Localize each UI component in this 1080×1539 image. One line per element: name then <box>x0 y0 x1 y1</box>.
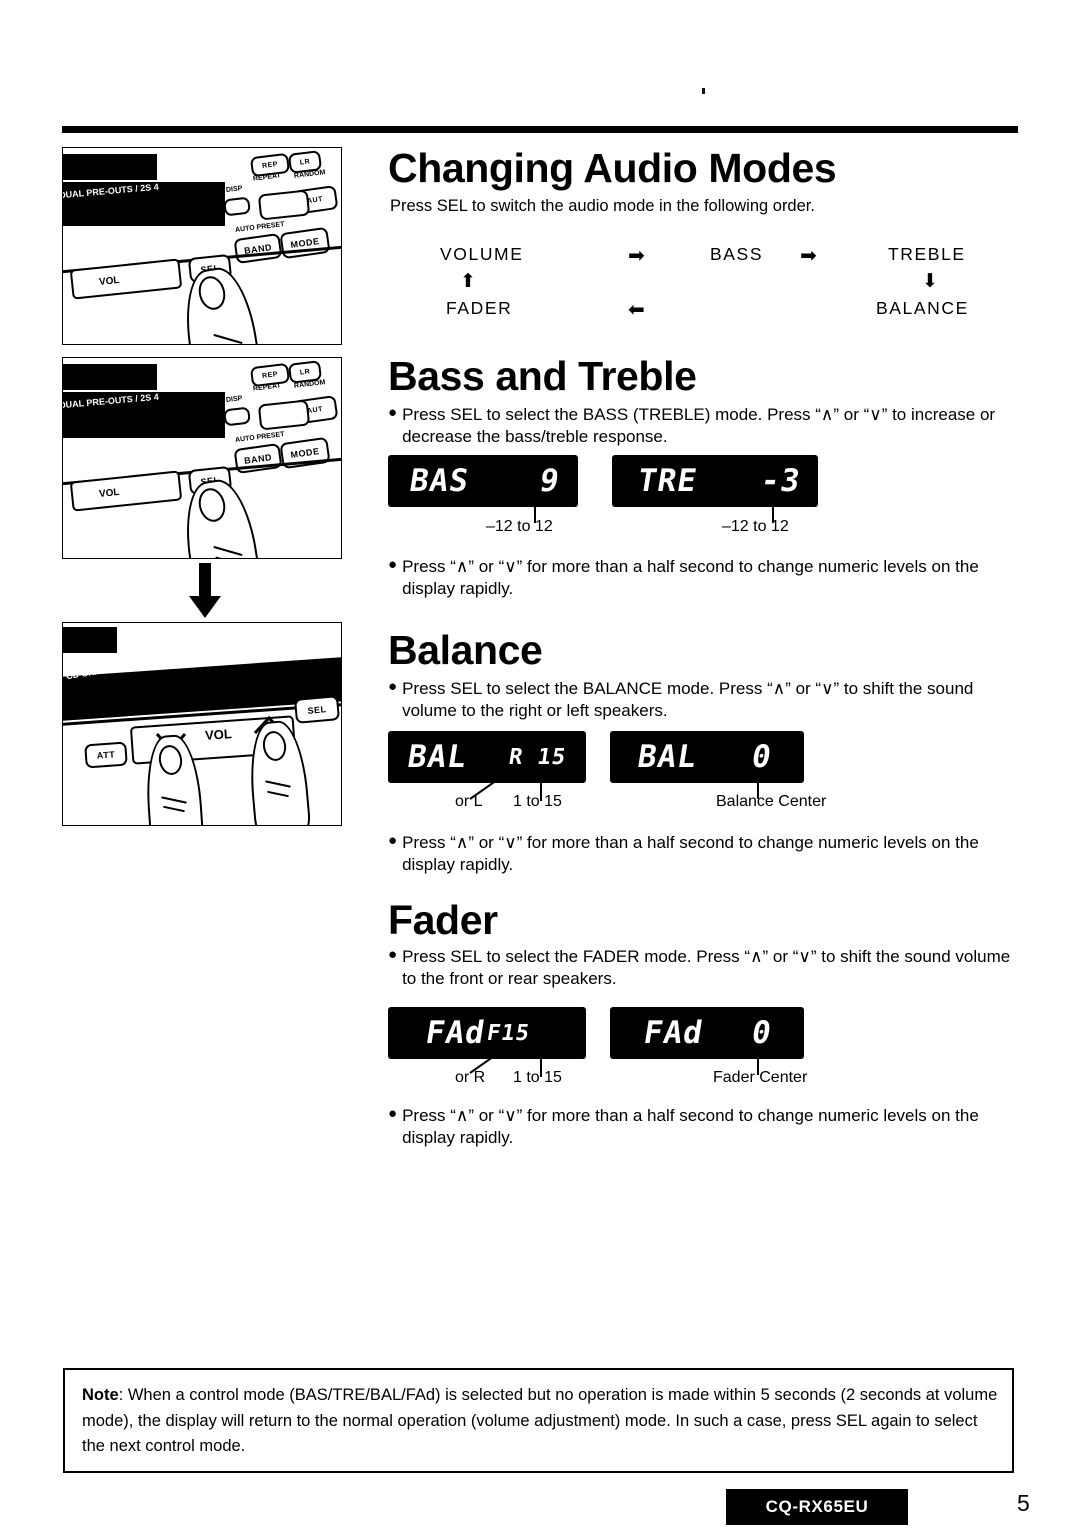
faceplate-blank-button <box>257 189 311 221</box>
scan-artifact-dot <box>702 88 705 94</box>
bullet-icon: ● <box>388 832 398 849</box>
faceplate-vol-label: VOL <box>98 274 121 289</box>
faceplate-disp-button <box>223 406 251 427</box>
faceplate-auto-preset-label: AUTO PRESET <box>234 431 285 444</box>
faceplate-vol-rocker <box>69 258 183 300</box>
caption-balance-center: Balance Center <box>716 793 827 810</box>
bullet-icon: ● <box>388 556 398 573</box>
caption-balance-or-l: or L <box>455 793 483 810</box>
faceplate-disp-button <box>223 196 251 217</box>
lcd-display-fader-center: FAd 0 <box>610 1007 804 1059</box>
bullet-icon: ● <box>388 946 398 963</box>
lcd-fader-center-label: FAd <box>641 1015 706 1051</box>
lcd-bass-value: 9 <box>537 463 563 499</box>
bass-treble-bullet-1: ● Press SEL to select the BASS (TREBLE) … <box>388 404 1024 448</box>
flow-arrow-right-1-icon: ➡ <box>628 245 645 267</box>
faceplate-sel-button: SEL <box>293 695 341 724</box>
flow-label-fader: FADER <box>446 298 513 318</box>
lcd-display-bass: BAS 9 <box>388 455 578 507</box>
section-title-bass-treble: Bass and Treble <box>388 353 697 399</box>
photo-press-sel-1: DUAL PRE-OUTS / 2S 4 REP LR REPEAT RANDO… <box>62 147 342 345</box>
arrow-down-icon <box>189 563 221 618</box>
bullet-icon: ● <box>388 678 398 695</box>
lcd-fader-value: F15 <box>485 1020 532 1046</box>
flow-arrow-left-icon: ⬅ <box>628 299 645 321</box>
flow-label-balance: BALANCE <box>876 298 969 318</box>
lcd-display-balance-right: BAL R 15 <box>388 731 586 783</box>
lcd-display-balance-center: BAL 0 <box>610 731 804 783</box>
faceplate-disp-label: DISP <box>225 395 243 404</box>
note-text: Note: When a control mode (BAS/TRE/BAL/F… <box>82 1383 1000 1460</box>
section-title-balance: Balance <box>388 627 543 673</box>
page-title: Changing Audio Modes <box>388 145 837 191</box>
flow-arrow-right-2-icon: ➡ <box>800 245 817 267</box>
bullet-icon: ● <box>388 1105 398 1122</box>
lcd-fader-center-value: 0 <box>749 1015 775 1051</box>
lcd-fader-label: FAd <box>423 1015 488 1051</box>
changing-audio-modes-lead: Press SEL to switch the audio mode in th… <box>390 197 815 215</box>
fader-bullet-1: ● Press SEL to select the FADER mode. Pr… <box>388 946 1024 990</box>
lcd-treble-value: -3 <box>757 463 803 499</box>
flow-arrow-up-icon: ⬆ <box>460 271 476 292</box>
note-label: Note <box>82 1386 119 1404</box>
caption-treble-range: –12 to 12 <box>722 518 789 535</box>
flow-label-treble: TREBLE <box>888 244 966 264</box>
bass-treble-bullet-2: ● Press “∧” or “∨” for more than a half … <box>388 556 1024 600</box>
lcd-balance-value: R 15 <box>507 744 568 770</box>
section-title-fader: Fader <box>388 897 498 943</box>
note-body: : When a control mode (BAS/TRE/BAL/FAd) … <box>82 1386 998 1456</box>
faceplate-vol-rocker <box>69 470 183 512</box>
caption-bass-range: –12 to 12 <box>486 518 553 535</box>
faceplate-vol-label: VOL <box>98 486 121 501</box>
caption-fader-center: Fader Center <box>713 1069 808 1086</box>
note-box: Note: When a control mode (BAS/TRE/BAL/F… <box>63 1368 1014 1473</box>
faceplate-vol-label: VOL <box>204 726 233 743</box>
model-number: CQ-RX65EU <box>765 1497 869 1516</box>
lcd-balance-center-value: 0 <box>749 739 775 775</box>
caption-fader-range: 1 to 15 <box>513 1069 562 1086</box>
flow-label-volume: VOLUME <box>440 244 524 264</box>
balance-bullet-2: ● Press “∧” or “∨” for more than a half … <box>388 832 1024 876</box>
flow-label-bass: BASS <box>710 244 764 264</box>
audio-mode-flow-diagram: VOLUME ➡ BASS ➡ TREBLE ⬆ ⬇ FADER ⬅ BALAN… <box>388 240 1028 330</box>
flow-arrow-down-icon: ⬇ <box>922 271 938 292</box>
caption-balance-range: 1 to 15 <box>513 793 562 810</box>
balance-bullet-1: ● Press SEL to select the BALANCE mode. … <box>388 678 1024 722</box>
lcd-treble-label: TRE <box>635 463 700 499</box>
faceplate-disp-label: DISP <box>225 185 243 194</box>
lcd-display-fader-front: FAd F15 <box>388 1007 586 1059</box>
lcd-balance-label: BAL <box>405 739 470 775</box>
lcd-balance-center-label: BAL <box>635 739 700 775</box>
lcd-bass-label: BAS <box>407 463 472 499</box>
faceplate-band-button: BAND <box>233 232 283 265</box>
faceplate-auto-preset-label: AUTO PRESET <box>234 221 285 234</box>
bullet-icon: ● <box>388 404 398 421</box>
page-number: 5 <box>1017 1490 1030 1516</box>
faceplate-mode-button: MODE <box>279 226 331 260</box>
header-rule <box>62 126 1018 133</box>
photo-press-sel-2: DUAL PRE-OUTS / 2S 4 REP LR REPEAT RANDO… <box>62 357 342 559</box>
photo-press-vol-buttons: CD CHANGER CONTROL / DUAL PRE-OUT SEL AT… <box>62 622 342 826</box>
caption-fader-or-r: or R <box>455 1069 486 1086</box>
faceplate-att-button: ATT <box>84 741 128 769</box>
lcd-display-treble: TRE -3 <box>612 455 818 507</box>
faceplate-blank-button <box>257 399 311 431</box>
fader-bullet-2: ● Press “∧” or “∨” for more than a half … <box>388 1105 1024 1149</box>
model-number-badge: CQ-RX65EU <box>726 1489 908 1525</box>
